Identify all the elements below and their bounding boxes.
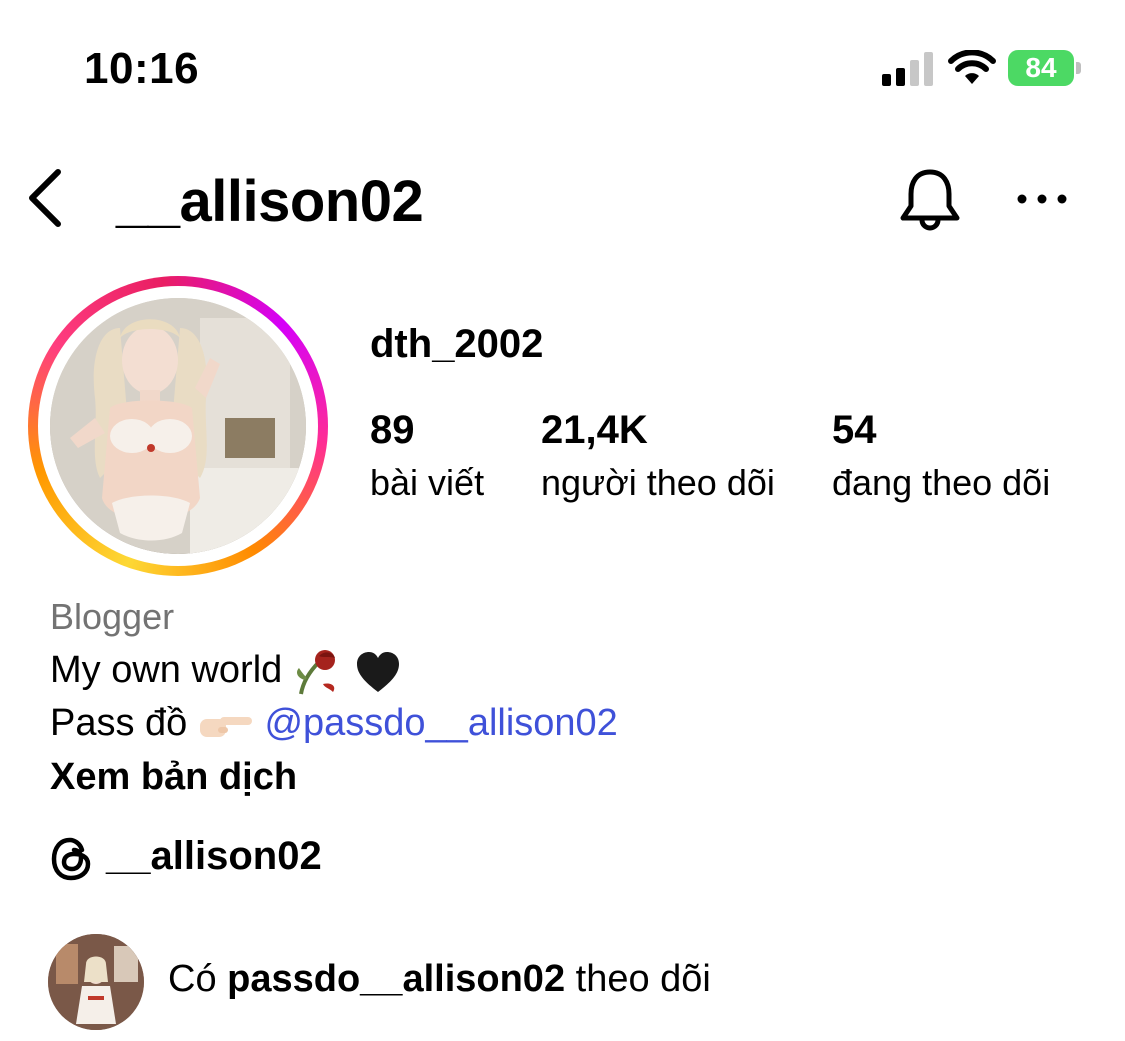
see-translation-link[interactable]: Xem bản dịch — [50, 756, 297, 799]
bell-icon[interactable] — [898, 166, 962, 232]
chevron-left-icon[interactable] — [26, 168, 66, 228]
followed-by-prefix: Có — [168, 958, 217, 1000]
bio-line-1-text: My own world — [50, 649, 283, 692]
profile-avatar[interactable] — [50, 298, 306, 554]
avatar-photo — [50, 298, 306, 554]
posts-count[interactable]: 89 — [370, 408, 415, 453]
profile-category: Blogger — [50, 596, 175, 637]
following-label[interactable]: đang theo dõi — [832, 462, 1050, 504]
profile-handle: __allison02 — [116, 169, 424, 234]
bio-line-2: Pass đồ @passdo__allison02 — [50, 702, 618, 745]
follower-avatar-photo — [48, 934, 144, 1030]
wilted-rose-icon — [296, 650, 335, 695]
followed-by-account[interactable]: passdo__allison02 — [227, 958, 565, 1000]
followed-by-suffix: theo dõi — [575, 958, 711, 1000]
bio-mention-link[interactable]: @passdo__allison02 — [264, 702, 617, 744]
bio-line-2-text: Pass đồ — [50, 702, 188, 744]
battery-icon: 84 — [1008, 50, 1082, 86]
threads-handle: __allison02 — [106, 834, 322, 878]
followed-by-text[interactable]: Có passdo__allison02 theo dõi — [168, 958, 711, 1001]
following-count[interactable]: 54 — [832, 408, 877, 453]
black-heart-icon — [357, 652, 400, 692]
wifi-icon — [948, 50, 996, 84]
follower-avatar[interactable] — [48, 934, 144, 1030]
more-icon[interactable] — [1014, 186, 1070, 212]
display-name: dth_2002 — [370, 322, 544, 366]
status-time: 10:16 — [84, 44, 200, 93]
battery-percentage: 84 — [1025, 52, 1057, 83]
cellular-signal-icon — [882, 52, 934, 86]
bio-line-1: My own world — [50, 648, 401, 696]
threads-icon — [51, 837, 91, 881]
followers-label[interactable]: người theo dõi — [541, 462, 775, 504]
pointing-right-icon — [199, 716, 252, 737]
posts-label[interactable]: bài viết — [370, 462, 484, 504]
story-ring[interactable] — [28, 276, 328, 576]
followers-count[interactable]: 21,4K — [541, 408, 648, 453]
